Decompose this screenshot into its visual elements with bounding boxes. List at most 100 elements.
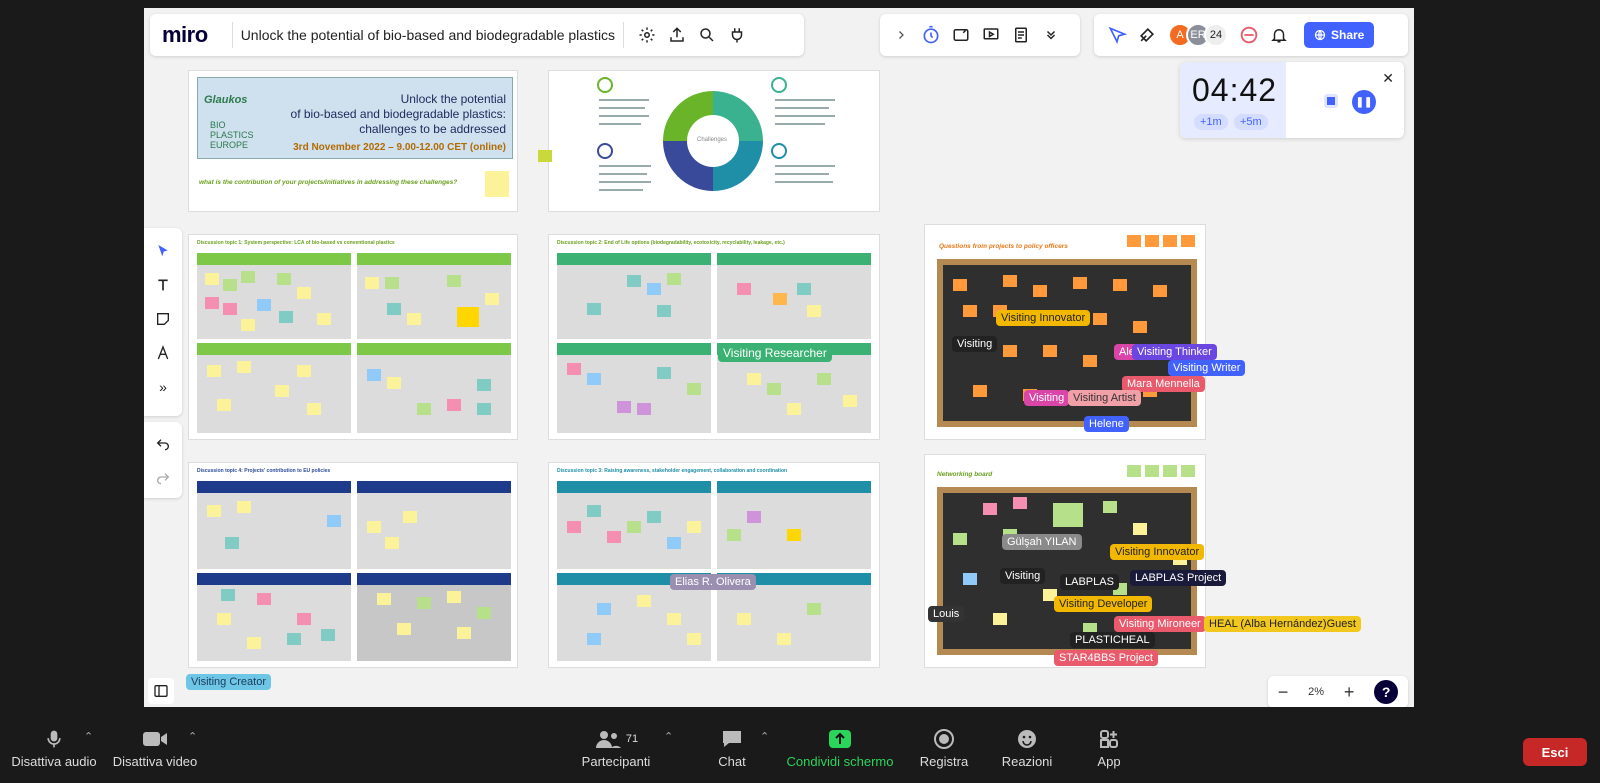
sticky-note[interactable]	[667, 613, 681, 625]
help-icon[interactable]: ?	[1374, 680, 1399, 704]
sticky-note[interactable]	[627, 521, 641, 533]
sticky-note[interactable]	[1145, 235, 1159, 247]
sticky-note[interactable]	[737, 613, 751, 625]
banner-frame[interactable]: Glaukos BIO PLASTICS EUROPE Unlock the p…	[188, 70, 518, 212]
close-icon[interactable]: ✕	[1382, 70, 1394, 87]
sticky-note[interactable]	[1083, 355, 1097, 367]
apps-button[interactable]: App	[1094, 724, 1124, 769]
collaborator-avatars[interactable]: A ER 24	[1168, 23, 1228, 47]
search-icon[interactable]	[692, 20, 722, 50]
sticky-note[interactable]	[807, 305, 821, 317]
sticky-note[interactable]	[538, 150, 552, 162]
sticky-note[interactable]	[1103, 501, 1117, 513]
sticky-note[interactable]	[207, 505, 221, 517]
chat-button[interactable]: Chat	[712, 724, 752, 769]
sticky-note[interactable]	[385, 277, 399, 289]
topic1-quadrant[interactable]	[357, 253, 511, 339]
sticky-note[interactable]	[279, 311, 293, 323]
topic2-quadrant[interactable]	[557, 343, 711, 433]
sticky-note[interactable]	[1033, 285, 1047, 297]
sticky-note[interactable]	[597, 603, 611, 615]
sticky-note[interactable]	[817, 373, 831, 385]
sticky-note[interactable]	[1003, 275, 1017, 287]
sticky-note[interactable]	[843, 395, 857, 407]
add-1m-button[interactable]: +1m	[1194, 114, 1228, 130]
sticky-note[interactable]	[687, 383, 701, 395]
chevron-up-icon[interactable]: ⌃	[760, 730, 769, 743]
sticky-note[interactable]	[447, 399, 461, 411]
sidebar-toggle-icon[interactable]	[148, 678, 174, 704]
sticky-note[interactable]	[317, 313, 331, 325]
sticky-note[interactable]	[587, 505, 601, 517]
sticky-note[interactable]	[287, 633, 301, 645]
sticky-note[interactable]	[241, 319, 255, 331]
sticky-note[interactable]	[657, 305, 671, 317]
sticky-note[interactable]	[205, 297, 219, 309]
sticky-note[interactable]	[777, 633, 791, 645]
sticky-note[interactable]	[637, 595, 651, 607]
share-button[interactable]: Share	[1304, 22, 1375, 48]
topic2-quadrant[interactable]	[557, 253, 711, 339]
record-button[interactable]: Registra	[916, 724, 972, 769]
sticky-note[interactable]	[993, 613, 1007, 625]
reactions-filter-icon[interactable]	[1102, 20, 1132, 50]
pause-timer-button[interactable]: ❚❚	[1352, 90, 1376, 114]
sticky-note[interactable]	[277, 273, 291, 285]
chevron-double-down-icon[interactable]	[1036, 20, 1066, 50]
sticky-note[interactable]	[1133, 523, 1147, 535]
bell-icon[interactable]	[1264, 20, 1294, 50]
sticky-note[interactable]	[567, 363, 581, 375]
select-tool-icon[interactable]	[150, 238, 176, 264]
sticky-note[interactable]	[297, 613, 311, 625]
sticky-note[interactable]	[607, 531, 621, 543]
upload-icon[interactable]	[662, 20, 692, 50]
sticky-note[interactable]	[447, 591, 461, 603]
talktrack-icon[interactable]	[1234, 20, 1264, 50]
sticky-note[interactable]	[417, 403, 431, 415]
chevron-up-icon[interactable]: ⌃	[188, 730, 197, 743]
topic1-quadrant[interactable]	[357, 343, 511, 433]
sticky-note[interactable]	[321, 629, 335, 641]
sticky-note[interactable]	[297, 287, 311, 299]
sticky-note[interactable]	[207, 365, 221, 377]
reactions-button[interactable]: Reazioni	[1000, 724, 1054, 769]
sticky-note[interactable]	[247, 637, 261, 649]
chevron-up-icon[interactable]: ⌃	[84, 730, 93, 743]
topic4-quadrant[interactable]	[357, 573, 511, 661]
sticky-note[interactable]	[417, 597, 431, 609]
sticky-note[interactable]	[385, 537, 399, 549]
timer-icon[interactable]	[916, 20, 946, 50]
sticky-note[interactable]	[477, 403, 491, 415]
topic4-quadrant[interactable]	[357, 481, 511, 569]
sticky-note[interactable]	[387, 303, 401, 315]
sticky-note[interactable]	[637, 403, 651, 415]
sticky-note[interactable]	[953, 533, 967, 545]
miro-logo[interactable]: miro	[162, 22, 208, 48]
sticky-note[interactable]	[1163, 465, 1177, 477]
topic3-quadrant[interactable]	[557, 481, 711, 569]
sticky-note[interactable]	[1073, 277, 1087, 289]
sticky-note[interactable]	[627, 275, 641, 287]
sticky-note[interactable]	[1127, 235, 1141, 247]
avatar-count[interactable]: 24	[1204, 23, 1228, 47]
sticky-note[interactable]	[587, 633, 601, 645]
sticky-note[interactable]	[1013, 497, 1027, 509]
sticky-note[interactable]	[1145, 465, 1159, 477]
sticky-note[interactable]	[1133, 321, 1147, 333]
sticky-note[interactable]	[983, 503, 997, 515]
sticky-note[interactable]	[447, 275, 461, 287]
challenges-wheel-frame[interactable]: Challenges	[548, 70, 880, 212]
sticky-note[interactable]	[647, 511, 661, 523]
sticky-note[interactable]	[223, 279, 237, 291]
topic4-quadrant[interactable]	[197, 481, 351, 569]
sticky-note[interactable]	[587, 373, 601, 385]
topic4-frame[interactable]: Discussion topic 4: Projects' contributi…	[188, 462, 518, 668]
miro-board-canvas[interactable]: miro Unlock the potential of bio-based a…	[144, 8, 1414, 707]
sticky-note[interactable]	[387, 377, 401, 389]
sticky-note[interactable]	[963, 573, 977, 585]
share-screen-button[interactable]: Condividi schermo	[784, 724, 896, 769]
sticky-note[interactable]	[773, 293, 787, 305]
sticky-note[interactable]	[1093, 313, 1107, 325]
sticky-note[interactable]	[367, 369, 381, 381]
topic2-frame[interactable]: Discussion topic 2: End of Life options …	[548, 234, 880, 440]
